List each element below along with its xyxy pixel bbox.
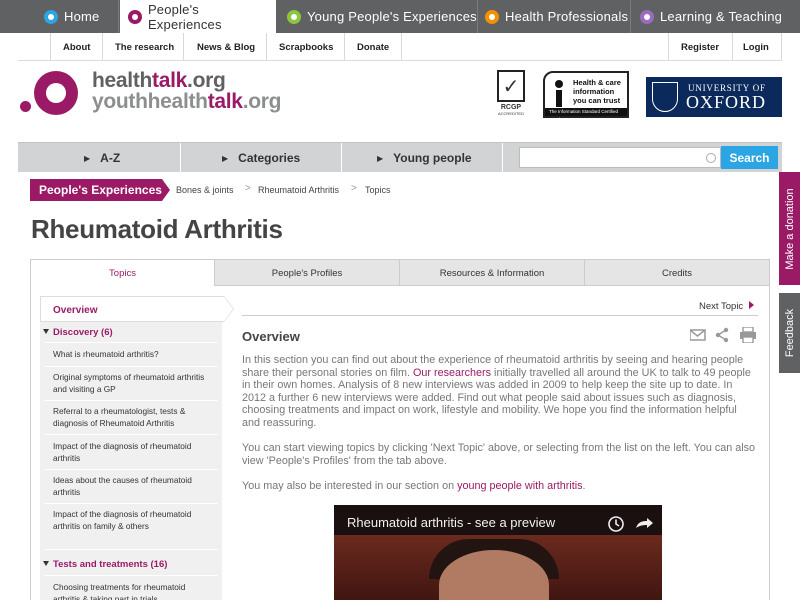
nav-about[interactable]: About: [63, 33, 90, 61]
breadcrumb-bones-joints[interactable]: Bones & joints: [176, 185, 234, 195]
play-arrow-icon: ▶: [377, 153, 384, 163]
sidebar-item[interactable]: Ideas about the causes of rheumatoid art…: [53, 475, 213, 498]
sidebar-item[interactable]: Choosing treatments for rheumatoid arthr…: [53, 582, 213, 600]
tab-health-professionals[interactable]: Health Professionals: [485, 0, 628, 33]
checkmark-icon: ✓: [497, 70, 525, 102]
next-arrow-icon: [749, 301, 755, 309]
nav-news-blog[interactable]: News & Blog: [197, 33, 255, 61]
tab-peoples-experiences-label: People's Experiences: [147, 1, 222, 32]
tab-home[interactable]: Home: [44, 0, 99, 33]
young-people-arthritis-link[interactable]: young people with arthritis: [457, 480, 582, 492]
menu-young-people-label: Young people: [393, 151, 472, 165]
oxford-logo[interactable]: UNIVERSITY OF OXFORD: [646, 77, 782, 117]
menu-categories-label: Categories: [238, 151, 301, 165]
video-player[interactable]: Rheumatoid arthritis - see a preview: [334, 505, 662, 600]
divider: [242, 315, 758, 316]
sidebar-item[interactable]: Impact of the diagnosis of rheumatoid ar…: [53, 509, 213, 532]
feedback-tab-label: Feedback: [783, 308, 796, 358]
tab-resources-information[interactable]: Resources & Information: [399, 260, 584, 286]
nav-donate[interactable]: Donate: [357, 33, 389, 61]
sidebar-item[interactable]: Impact of the diagnosis of rheumatoid ar…: [53, 441, 213, 464]
sidebar-overview-label: Overview: [53, 305, 98, 316]
peoples-experiences-dot-icon: [128, 9, 142, 24]
our-researchers-link[interactable]: Our researchers: [413, 367, 491, 379]
play-arrow-icon: ▶: [84, 153, 91, 163]
logo-dot-icon: [20, 101, 31, 112]
tab-health-professionals-label: Health Professionals: [505, 9, 629, 24]
sidebar-section-discovery-label: Discovery (6): [53, 327, 113, 338]
nav-register[interactable]: Register: [681, 33, 719, 61]
breadcrumb-topics[interactable]: Topics: [365, 185, 391, 195]
menu-young-people[interactable]: ▶ Young people: [377, 143, 472, 173]
menu-a-z-label: A-Z: [100, 151, 121, 165]
logo-circle-icon: [34, 71, 78, 115]
nav-the-research[interactable]: The research: [115, 33, 174, 61]
nav-login[interactable]: Login: [743, 33, 769, 61]
information-standard-foot: The Information Standard Certified Membe…: [545, 108, 627, 122]
learning-teaching-dot-icon: [640, 9, 654, 24]
share-icon[interactable]: [715, 327, 729, 343]
sidebar-item[interactable]: Referral to a rheumatologist, tests & di…: [53, 406, 213, 429]
search-input[interactable]: [519, 147, 721, 168]
rcgp-label: RCGP: [500, 104, 522, 111]
email-icon[interactable]: [690, 329, 706, 341]
oxford-line2: OXFORD: [686, 92, 767, 112]
video-controls: [608, 516, 653, 532]
print-icon[interactable]: [740, 327, 756, 343]
nav-scrapbooks[interactable]: Scrapbooks: [279, 33, 333, 61]
page-title: Rheumatoid Arthritis: [31, 214, 283, 244]
next-topic-label: Next Topic: [699, 301, 744, 312]
tab-peoples-profiles[interactable]: People's Profiles: [214, 260, 399, 286]
donation-tab[interactable]: Make a donation: [779, 172, 800, 285]
tab-young-peoples-label: Young People's Experiences: [307, 9, 477, 24]
young-people-dot-icon: [287, 9, 301, 24]
breadcrumb-chevron-icon: >: [351, 183, 357, 194]
health-professionals-dot-icon: [485, 9, 499, 24]
collapse-triangle-icon: [43, 329, 49, 334]
sidebar-item[interactable]: What is rheumatoid arthritis?: [53, 349, 213, 361]
video-title[interactable]: Rheumatoid arthritis - see a preview: [347, 515, 555, 530]
breadcrumb-chevron-icon: >: [245, 183, 251, 194]
sidebar-section-discovery[interactable]: Discovery (6): [43, 327, 113, 338]
tab-learning-teaching-label: Learning & Teaching: [660, 9, 783, 24]
oxford-crest-icon: [652, 82, 678, 112]
collapse-triangle-icon: [43, 561, 49, 566]
logo-youthhealthtalk: youthhealthtalk.org: [92, 90, 282, 113]
overview-paragraph-3: You may also be interested in our sectio…: [242, 480, 586, 492]
sidebar-section-tests-treatments[interactable]: Tests and treatments (16): [43, 559, 168, 570]
search-icon: [706, 153, 716, 163]
rcgp-sub: ACCREDITED: [497, 111, 524, 116]
menu-a-z[interactable]: ▶ A-Z: [84, 143, 120, 173]
breadcrumb-rheumatoid-arthritis[interactable]: Rheumatoid Arthritis: [258, 185, 339, 195]
secondary-nav: About The research News & Blog Scrapbook…: [18, 33, 782, 61]
search-button[interactable]: Search: [721, 146, 778, 169]
tab-home-label: Home: [64, 9, 100, 24]
tab-learning-teaching[interactable]: Learning & Teaching: [640, 0, 782, 33]
home-dot-icon: [44, 9, 58, 24]
overview-heading: Overview: [242, 329, 300, 344]
share-arrow-icon[interactable]: [636, 518, 653, 528]
tab-topics[interactable]: Topics: [31, 260, 214, 286]
tab-young-peoples-experiences[interactable]: Young People's Experiences: [287, 0, 477, 33]
feedback-tab[interactable]: Feedback: [779, 293, 800, 373]
overview-paragraph-1: In this section you can find out about t…: [242, 354, 751, 429]
sidebar-section-tests-treatments-label: Tests and treatments (16): [53, 559, 168, 570]
breadcrumb-section[interactable]: People's Experiences: [30, 179, 170, 201]
information-standard-icon: [555, 80, 563, 107]
tab-peoples-experiences[interactable]: People's Experiences: [120, 0, 276, 33]
next-topic-link[interactable]: Next Topic: [699, 301, 755, 312]
share-toolbar: [690, 327, 756, 343]
section-tabs: Home People's Experiences Young People's…: [0, 0, 800, 33]
overview-paragraph-2: You can start viewing topics by clicking…: [242, 442, 756, 467]
sidebar-item[interactable]: Original symptoms of rheumatoid arthriti…: [53, 372, 213, 395]
donation-tab-label: Make a donation: [783, 187, 796, 270]
rcgp-accredited-badge[interactable]: ✓ RCGP ACCREDITED: [497, 70, 525, 118]
clock-icon[interactable]: [608, 516, 624, 532]
sidebar-item-overview[interactable]: Overview: [40, 296, 234, 322]
play-arrow-icon: ▶: [222, 153, 229, 163]
tab-credits[interactable]: Credits: [584, 260, 769, 286]
information-standard-text: Health & care information you can trust: [573, 78, 621, 105]
information-standard-badge[interactable]: Health & care information you can trust …: [543, 71, 629, 122]
menu-categories[interactable]: ▶ Categories: [222, 143, 300, 173]
